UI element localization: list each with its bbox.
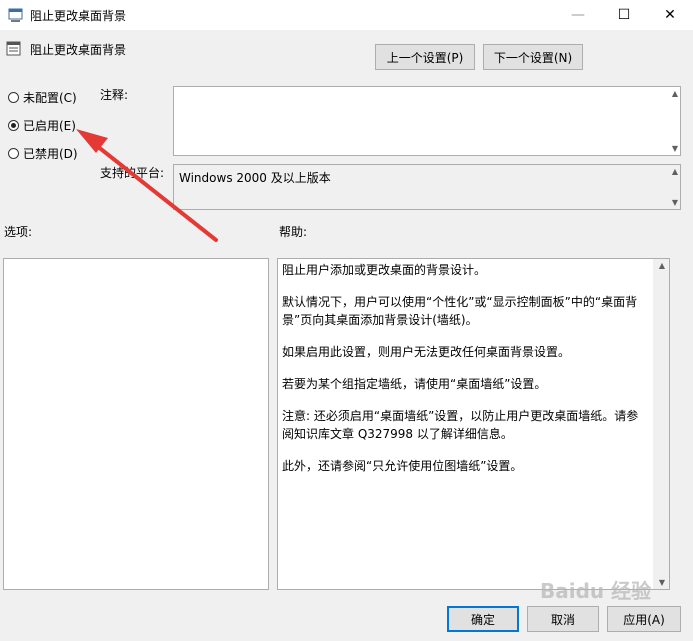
watermark: Baidu 经验: [540, 579, 652, 603]
annotation-arrow: [76, 129, 218, 242]
arrow-shaft: [90, 140, 218, 242]
